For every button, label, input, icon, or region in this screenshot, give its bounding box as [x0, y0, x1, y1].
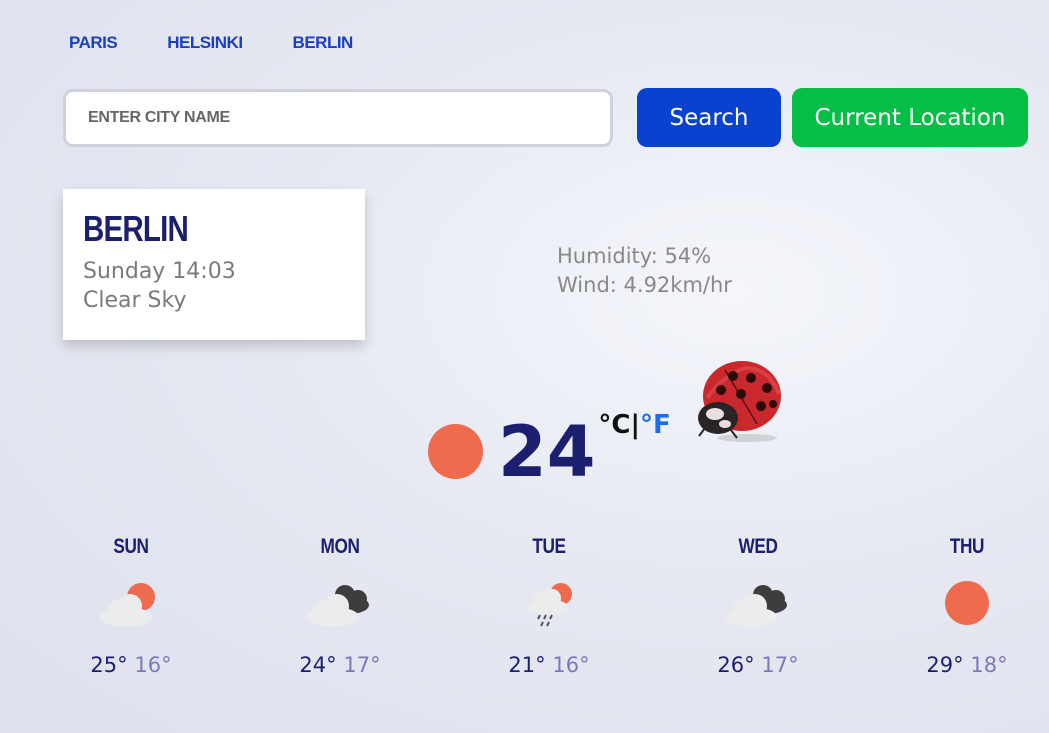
- forecast-min-temp: 16°: [134, 653, 172, 677]
- sun-icon: [945, 581, 989, 625]
- forecast-min-temp: 17°: [343, 653, 381, 677]
- forecast-day: WED 26° 17°: [688, 535, 828, 677]
- humidity-text: Humidity: 54%: [557, 244, 712, 268]
- forecast-max-temp: 21°: [508, 653, 546, 677]
- weather-details: Humidity: 54% Wind: 4.92km/hr: [557, 242, 732, 300]
- forecast-day-name: SUN: [113, 535, 149, 558]
- city-info-card: BERLIN Sunday 14:03 Clear Sky: [63, 189, 365, 340]
- forecast-min-temp: 17°: [761, 653, 799, 677]
- city-links: PARIS HELSINKI BERLIN: [69, 33, 353, 53]
- forecast-day-name: THU: [949, 535, 985, 558]
- forecast-day: THU 29° 18°: [897, 535, 1037, 677]
- forecast-day: SUN 25° 16°: [61, 535, 201, 677]
- forecast-max-temp: 24°: [299, 653, 337, 677]
- date-time: Sunday 14:03: [83, 259, 236, 284]
- forecast-max-temp: 26°: [717, 653, 755, 677]
- sun-icon: [428, 424, 483, 479]
- forecast-min-temp: 16°: [552, 653, 590, 677]
- city-search-input[interactable]: [63, 89, 613, 147]
- ladybug-image: [698, 361, 781, 442]
- forecast-max-temp: 29°: [926, 653, 964, 677]
- partly-cloudy-sun-icon: [100, 583, 155, 627]
- broken-clouds-icon: [725, 585, 787, 627]
- city-link-helsinki[interactable]: HELSINKI: [167, 33, 243, 53]
- forecast-max-temp: 25°: [90, 653, 128, 677]
- fahrenheit-link[interactable]: °F: [640, 410, 671, 440]
- forecast-min-temp: 18°: [970, 653, 1008, 677]
- weather-description: Clear Sky: [83, 288, 187, 313]
- rain-sun-icon: [528, 583, 572, 627]
- unit-toggle: °C|°F: [598, 410, 670, 440]
- current-weather: 24 °C|°F: [428, 410, 671, 494]
- city-link-berlin[interactable]: BERLIN: [293, 33, 354, 53]
- wind-text: Wind: 4.92km/hr: [557, 273, 732, 297]
- city-name: BERLIN: [83, 208, 189, 249]
- forecast-day-name: MON: [320, 535, 360, 558]
- forecast-day: MON 24° 17°: [270, 535, 410, 677]
- forecast-day-name: TUE: [532, 535, 566, 558]
- search-button[interactable]: Search: [637, 88, 781, 147]
- forecast-day-name: WED: [738, 535, 778, 558]
- unit-separator: |: [630, 410, 641, 440]
- city-link-paris[interactable]: PARIS: [69, 33, 118, 53]
- current-location-button[interactable]: Current Location: [792, 88, 1028, 147]
- celsius-link[interactable]: °C: [598, 410, 630, 440]
- broken-clouds-icon: [307, 585, 369, 627]
- forecast-day: TUE 21° 16°: [479, 535, 619, 677]
- current-temperature: 24: [498, 411, 596, 493]
